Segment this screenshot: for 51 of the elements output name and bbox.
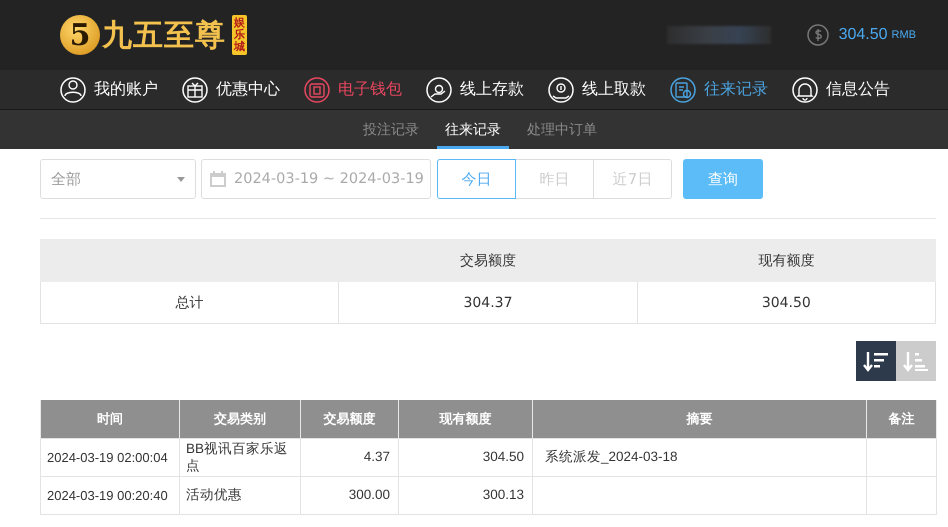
sort-ascending-icon (903, 349, 929, 373)
logo-text: 九五至尊 (102, 16, 226, 54)
calendar-icon (210, 171, 226, 187)
logo-badge: 5 (60, 15, 100, 55)
bell-icon (792, 76, 818, 102)
table-cell: 系统派发_2024-03-18 (532, 438, 866, 476)
table-cell: 2024-03-19 00:20:40 (40, 476, 180, 514)
column-header: 时间 (40, 400, 180, 438)
nav-item[interactable]: 电子钱包 (304, 76, 402, 102)
currency-label: RMB (892, 29, 916, 41)
user-icon (60, 76, 86, 102)
table-cell: 活动优惠 (180, 476, 300, 514)
caret-icon (177, 176, 185, 182)
balance-amount: 304.50 (838, 26, 888, 44)
gift-icon (182, 76, 208, 102)
column-header: 交易额度 (300, 400, 398, 438)
nav-item[interactable]: 优惠中心 (182, 76, 280, 102)
column-header: 摘要 (532, 400, 866, 438)
nav-item[interactable]: 线上存款 (426, 76, 524, 102)
table-cell: 304.50 (637, 282, 936, 324)
column-header: 备注 (866, 400, 936, 438)
document-clock-icon (670, 76, 696, 102)
nav-item[interactable]: 线上取款 (548, 76, 646, 102)
sort-descending-icon (863, 349, 889, 373)
table-cell: 4.37 (300, 438, 398, 476)
sort-descending-button[interactable] (856, 341, 896, 381)
nav-item[interactable]: 我的账户 (60, 76, 158, 102)
sub-tab[interactable]: 处理中订单 (519, 110, 605, 149)
logo-tag: 娱乐城 (232, 14, 247, 56)
date-preset-button[interactable]: 今日 (437, 159, 516, 199)
sub-tab[interactable]: 投注记录 (355, 110, 427, 149)
date-range-field[interactable]: 2024-03-19 ~ 2024-03-19 (201, 159, 431, 199)
table-cell: 300.00 (300, 476, 398, 514)
column-header: 交易类别 (180, 400, 300, 438)
nav-item[interactable]: 往来记录 (670, 76, 768, 102)
column-header: 现有额度 (637, 240, 936, 282)
sub-tab[interactable]: 往来记录 (437, 110, 509, 149)
table-cell: 300.13 (398, 476, 532, 514)
dollar-icon (806, 24, 829, 46)
wallet-icon (304, 76, 330, 102)
query-button[interactable]: 查询 (683, 159, 763, 199)
table-cell: 304.37 (338, 282, 638, 324)
hand-coin-icon (426, 76, 452, 102)
nav-item[interactable]: 信息公告 (792, 76, 890, 102)
table-cell: 304.50 (398, 438, 532, 476)
table-cell: BB视讯百家乐返点 (180, 438, 300, 476)
table-cell: 2024-03-19 02:00:04 (40, 438, 180, 476)
column-header: 交易额度 (338, 240, 638, 282)
column-header: 现有额度 (398, 400, 532, 438)
table-cell: 总计 (40, 282, 339, 324)
type-dropdown[interactable]: 全部 (40, 159, 196, 199)
